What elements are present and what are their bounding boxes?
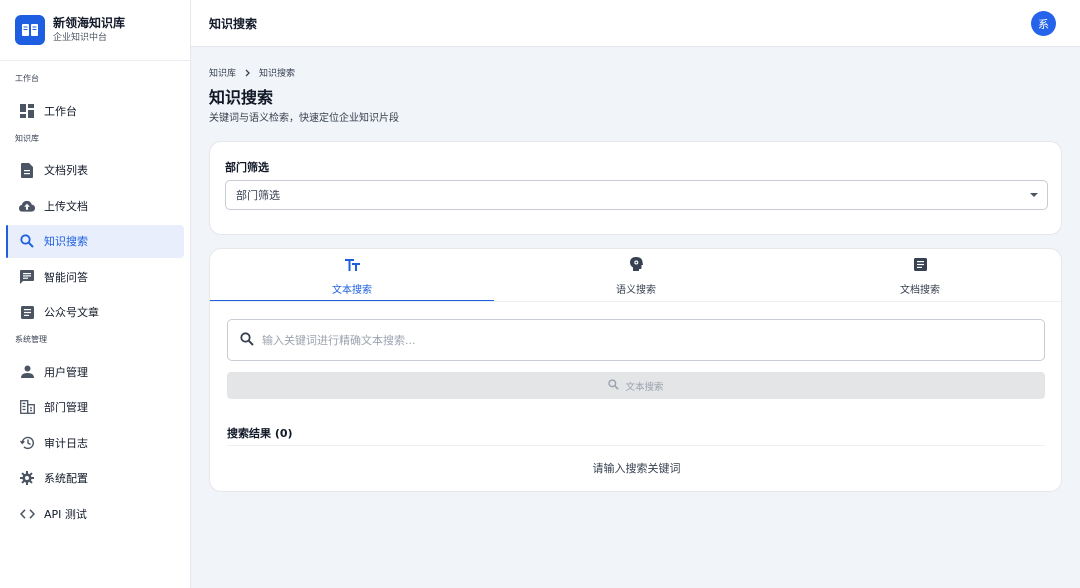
sidebar-item-label: 知识搜索 — [44, 235, 88, 248]
header-title: 知识搜索 — [209, 16, 258, 31]
department-filter-select[interactable]: 部门筛选 — [225, 180, 1048, 210]
nav-section-knowledge: 知识库 — [15, 133, 39, 143]
sidebar-item-workbench[interactable]: 工作台 — [6, 94, 184, 127]
document-icon — [19, 162, 35, 178]
results-divider — [227, 445, 1045, 446]
building-icon — [19, 399, 35, 415]
search-input[interactable] — [262, 333, 1022, 347]
sidebar-item-label: 部门管理 — [44, 401, 88, 414]
sidebar-item-label: 工作台 — [44, 104, 77, 118]
chat-icon — [19, 269, 35, 285]
caret-down-icon — [1030, 193, 1038, 197]
cloud-upload-icon — [19, 198, 35, 214]
psychology-icon — [629, 256, 643, 275]
page-title: 知识搜索 — [209, 88, 274, 107]
gear-icon — [19, 470, 35, 486]
sidebar-item-label: 文档列表 — [44, 164, 88, 177]
sidebar-item-label: 系统配置 — [44, 472, 88, 485]
breadcrumb: 知识库 知识搜索 — [209, 66, 295, 79]
sidebar-item-label: 审计日志 — [44, 436, 88, 450]
sidebar-item-upload-document[interactable]: 上传文档 — [6, 189, 184, 222]
results-title: 搜索结果 (0) — [227, 427, 293, 440]
person-icon — [19, 364, 35, 380]
sidebar-item-api-test[interactable]: API 测试 — [6, 497, 184, 530]
search-icon — [240, 331, 254, 350]
breadcrumb-item-current: 知识搜索 — [259, 69, 296, 79]
brand[interactable]: 新领海知识库 企业知识中台 — [0, 0, 190, 61]
text-search-button[interactable]: 文本搜索 — [227, 372, 1045, 399]
tab-semantic-search[interactable]: 语义搜索 — [494, 249, 778, 302]
tab-label: 文本搜索 — [332, 284, 372, 296]
tab-document-search[interactable]: 文档搜索 — [778, 249, 1062, 302]
sidebar-item-label: 上传文档 — [44, 199, 88, 213]
sidebar: 新领海知识库 企业知识中台 工作台 工作台 知识库 文档列表 上传文档 知识搜索 — [0, 0, 191, 588]
search-icon — [19, 233, 35, 249]
sidebar-item-knowledge-search[interactable]: 知识搜索 — [6, 224, 184, 258]
sidebar-item-document-list[interactable]: 文档列表 — [6, 154, 184, 187]
sidebar-item-official-articles[interactable]: 公众号文章 — [6, 296, 184, 329]
nav-section-workbench: 工作台 — [15, 74, 39, 83]
nav-section-system: 系统管理 — [15, 335, 47, 344]
page-subtitle: 关键词与语义检索，快速定位企业知识片段 — [209, 113, 399, 124]
chevron-right-icon — [245, 69, 250, 77]
sidebar-item-label: 公众号文章 — [44, 306, 99, 319]
results-empty-message: 请输入搜索关键词 — [592, 462, 681, 475]
search-button-label: 文本搜索 — [625, 381, 664, 393]
article-icon — [913, 256, 927, 275]
department-filter-label: 部门筛选 — [225, 161, 269, 174]
tab-label: 文档搜索 — [900, 284, 940, 296]
article-icon — [19, 304, 35, 320]
sidebar-item-label: API 测试 — [44, 507, 87, 521]
text-fields-icon — [344, 256, 360, 275]
sidebar-item-smart-qa[interactable]: 智能问答 — [6, 260, 184, 293]
sidebar-item-label: 用户管理 — [44, 365, 88, 379]
brand-subtitle: 企业知识中台 — [53, 33, 108, 43]
sidebar-item-audit-log[interactable]: 审计日志 — [6, 426, 184, 459]
search-icon — [608, 378, 620, 393]
search-tabs: 文本搜索 语义搜索 文档搜索 — [210, 249, 1063, 302]
tab-label: 语义搜索 — [616, 284, 656, 296]
department-filter-value: 部门筛选 — [236, 189, 280, 202]
sidebar-item-user-management[interactable]: 用户管理 — [6, 355, 184, 388]
avatar[interactable]: 系 — [1031, 11, 1056, 36]
sidebar-item-system-config[interactable]: 系统配置 — [6, 462, 184, 495]
brand-title: 新领海知识库 — [53, 16, 126, 30]
history-icon — [19, 435, 35, 451]
tab-text-search[interactable]: 文本搜索 — [210, 249, 494, 302]
tabs-divider — [210, 301, 1063, 302]
top-header: 知识搜索 系 — [191, 0, 1080, 47]
book-logo-icon — [15, 15, 45, 45]
dashboard-icon — [19, 103, 35, 119]
filter-card: 部门筛选 部门筛选 — [209, 141, 1062, 235]
sidebar-item-department-management[interactable]: 部门管理 — [6, 391, 184, 424]
search-field[interactable] — [227, 319, 1045, 361]
code-icon — [19, 506, 35, 522]
search-card: 文本搜索 语义搜索 文档搜索 输入关键词进行精确文本搜索... 文本搜索 搜索结… — [209, 248, 1063, 492]
sidebar-item-label: 智能问答 — [44, 270, 88, 284]
breadcrumb-item-knowledge-base[interactable]: 知识库 — [209, 66, 236, 79]
